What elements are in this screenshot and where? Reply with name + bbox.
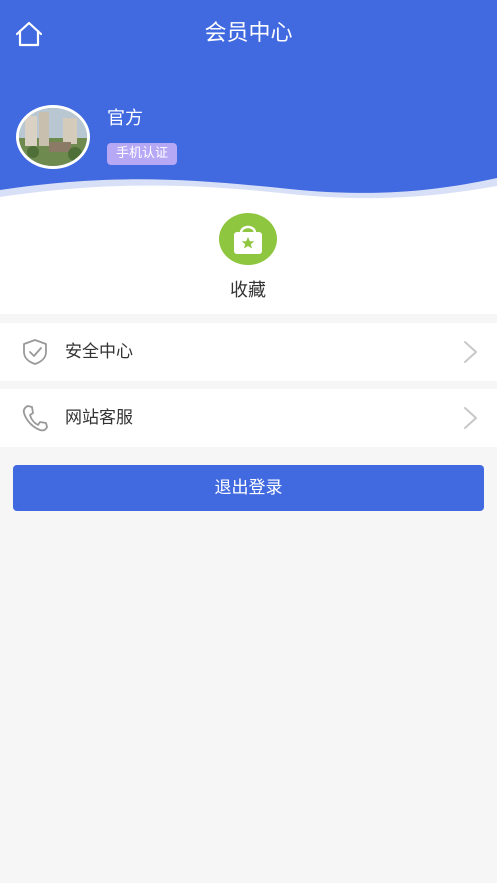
logout-button[interactable]: 退出登录 bbox=[13, 465, 484, 511]
shopping-bag-star-icon bbox=[234, 225, 262, 254]
favorites-label: 收藏 bbox=[230, 280, 266, 301]
verification-badge: 手机认证 bbox=[107, 143, 178, 165]
user-name: 官方 bbox=[107, 108, 143, 129]
menu-item-label: 安全中心 bbox=[65, 342, 133, 362]
favorites-button[interactable]: 收藏 bbox=[198, 209, 298, 305]
page-title: 会员中心 bbox=[204, 21, 293, 46]
menu-item-security-center[interactable]: 安全中心 bbox=[0, 323, 497, 381]
chevron-right-icon bbox=[464, 341, 477, 363]
shield-check-icon bbox=[23, 339, 47, 365]
avatar-image bbox=[19, 108, 87, 166]
avatar[interactable] bbox=[16, 105, 90, 169]
menu-item-label: 网站客服 bbox=[65, 408, 133, 428]
shortcut-section: 收藏 bbox=[0, 205, 497, 314]
profile-header: 会员中心 官方 手机认证 bbox=[0, 0, 497, 205]
phone-icon bbox=[22, 405, 48, 432]
favorites-icon-circle bbox=[219, 213, 277, 265]
menu-item-customer-service[interactable]: 网站客服 bbox=[0, 389, 497, 447]
chevron-right-icon bbox=[464, 407, 477, 429]
